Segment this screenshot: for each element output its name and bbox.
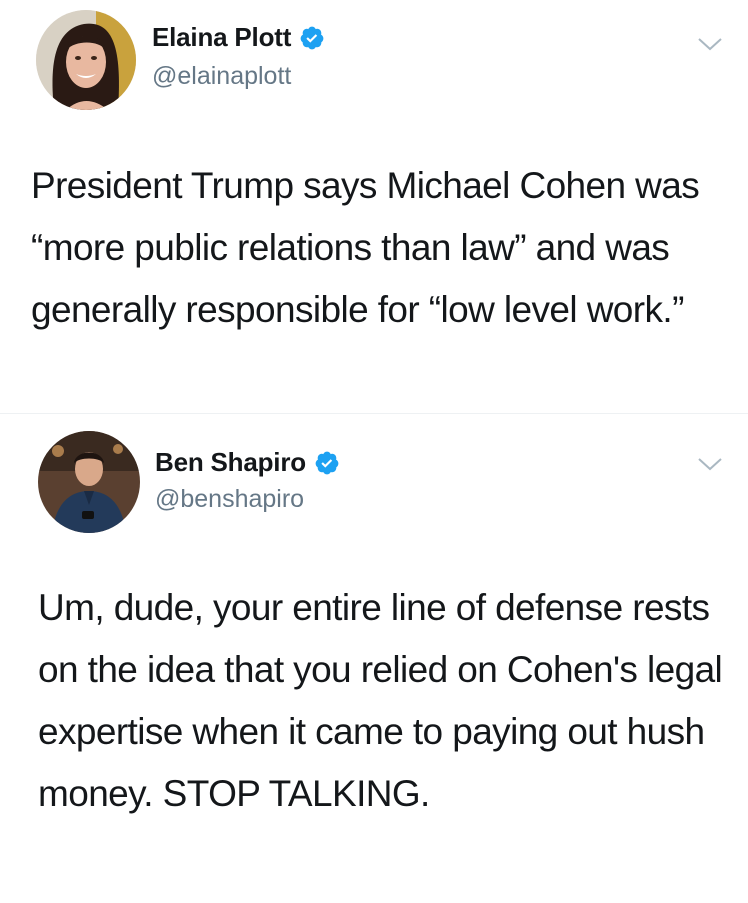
verified-badge-icon xyxy=(314,450,340,476)
avatar[interactable] xyxy=(36,10,136,110)
tweet-text: President Trump says Michael Cohen was “… xyxy=(31,165,700,330)
verified-badge-icon xyxy=(299,25,325,51)
handle[interactable]: @benshapiro xyxy=(155,485,304,514)
avatar[interactable] xyxy=(38,431,140,533)
author-row: Ben Shapiro xyxy=(155,447,340,478)
handle[interactable]: @elainaplott xyxy=(152,62,291,91)
tweet-card-elaina-plott[interactable]: Elaina Plott @elainaplott President Trum… xyxy=(0,0,748,414)
chevron-down-icon[interactable] xyxy=(697,36,723,52)
author-row: Elaina Plott xyxy=(152,22,325,53)
display-name[interactable]: Ben Shapiro xyxy=(155,447,306,478)
display-name[interactable]: Elaina Plott xyxy=(152,22,291,53)
chevron-down-icon[interactable] xyxy=(697,456,723,472)
tweet-card-ben-shapiro[interactable]: Ben Shapiro @benshapiro Um, dude, your e… xyxy=(0,414,748,903)
tweet-text: Um, dude, your entire line of defense re… xyxy=(38,587,723,814)
